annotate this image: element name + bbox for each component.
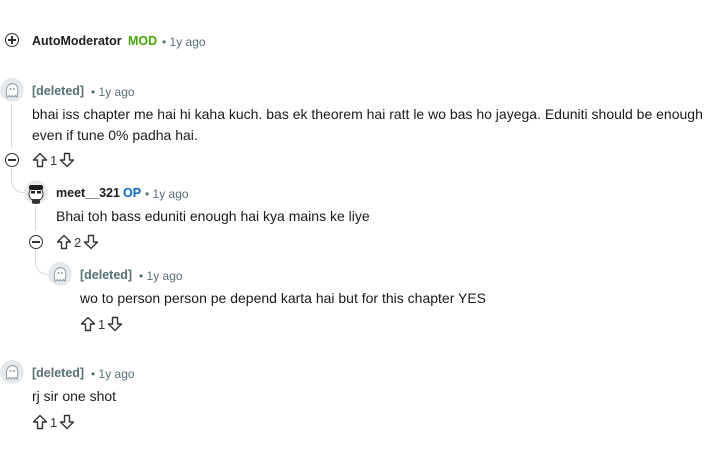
deleted-user-avatar-icon: [48, 262, 72, 286]
deleted-user-avatar-icon: [0, 360, 24, 384]
downvote-arrow-icon[interactable]: [59, 152, 75, 168]
vote-controls: 1: [80, 315, 123, 333]
thread-line: [35, 206, 36, 230]
upvote-arrow-icon[interactable]: [32, 414, 48, 430]
vote-controls: 2: [56, 233, 99, 251]
snoo-avatar-icon[interactable]: [24, 180, 48, 204]
thread-elbow: [35, 250, 48, 275]
upvote-arrow-icon[interactable]: [80, 316, 96, 332]
vote-controls: 1: [32, 151, 75, 169]
vote-count: 1: [50, 414, 58, 430]
comment-author[interactable]: AutoModerator: [32, 34, 122, 48]
deleted-user-avatar-icon: [0, 78, 24, 102]
comment-time[interactable]: • 1y ago: [139, 269, 183, 283]
comment-body: wo to person person pe depend karta hai …: [80, 290, 486, 306]
upvote-arrow-icon[interactable]: [32, 152, 48, 168]
comment-time[interactable]: • 1y ago: [91, 85, 135, 99]
vote-controls: 1: [32, 413, 75, 431]
collapse-thread-button[interactable]: [5, 153, 19, 167]
comment-time[interactable]: • 1y ago: [91, 367, 135, 381]
comment-author: [deleted]: [32, 84, 85, 98]
op-badge: OP: [123, 186, 142, 200]
thread-elbow: [11, 168, 24, 193]
vote-count: 1: [50, 152, 58, 168]
mod-badge: MOD: [128, 34, 158, 48]
comment-body: bhai iss chapter me hai hi kaha kuch. ba…: [32, 106, 703, 143]
downvote-arrow-icon[interactable]: [59, 414, 75, 430]
comment-author: [deleted]: [32, 366, 85, 380]
comment-time[interactable]: • 1y ago: [145, 187, 189, 201]
thread-line: [11, 104, 12, 148]
upvote-arrow-icon[interactable]: [56, 234, 72, 250]
vote-count: 1: [98, 316, 106, 332]
comment-body: Bhai toh bass eduniti enough hai kya mai…: [56, 208, 370, 224]
expand-thread-button[interactable]: [5, 33, 19, 47]
comment-body: rj sir one shot: [32, 388, 117, 404]
collapse-thread-button[interactable]: [29, 235, 43, 249]
comment-author[interactable]: meet__321: [56, 186, 120, 200]
comment-author: [deleted]: [80, 268, 133, 282]
downvote-arrow-icon[interactable]: [107, 316, 123, 332]
vote-count: 2: [74, 234, 82, 250]
downvote-arrow-icon[interactable]: [83, 234, 99, 250]
comment-time[interactable]: • 1y ago: [162, 35, 206, 49]
